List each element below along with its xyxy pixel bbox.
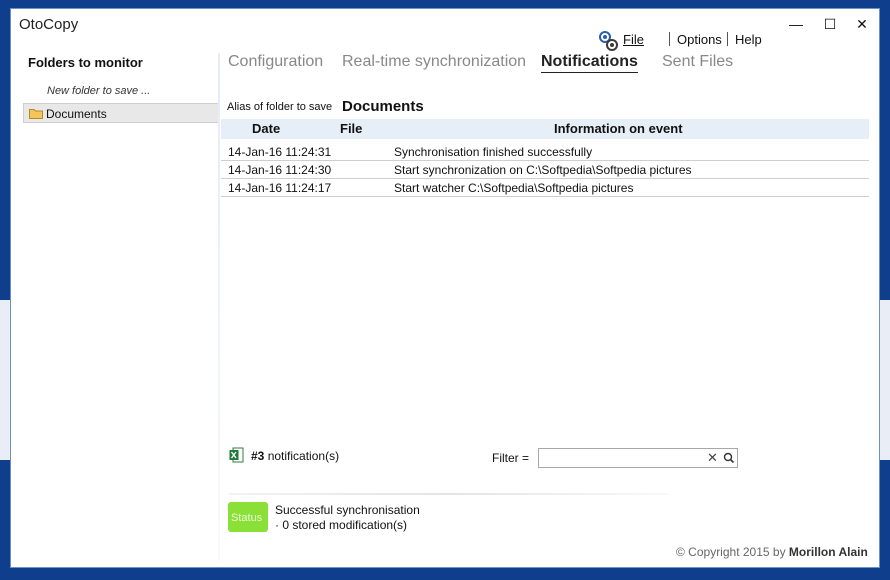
menu-file[interactable]: File (623, 32, 644, 47)
count-number: #3 (251, 449, 265, 463)
tab-sent-files[interactable]: Sent Files (662, 53, 733, 71)
count-suffix: notification(s) (267, 449, 340, 463)
tab-notifications[interactable]: Notifications (541, 53, 638, 73)
otocopy-logo-icon (599, 31, 618, 51)
stored-modifications: · 0 stored modification(s) (275, 518, 408, 532)
maximize-button[interactable]: ☐ (815, 13, 845, 35)
alias-value: Documents (342, 98, 424, 115)
window-title: OtoCopy (19, 16, 79, 33)
excel-export-icon[interactable] (229, 447, 244, 463)
status-badge: Status (228, 502, 268, 532)
table-row[interactable]: 14-Jan-16 11:24:30 Start synchronization… (221, 161, 869, 179)
filter-box: ✕ (538, 448, 738, 468)
close-button[interactable]: ✕ (847, 13, 877, 35)
table-row[interactable]: 14-Jan-16 11:24:17 Start watcher C:\Soft… (221, 179, 869, 197)
status-message: Successful synchronisation (275, 503, 420, 517)
column-file[interactable]: File (340, 121, 362, 136)
menu-help[interactable]: Help (735, 32, 762, 47)
clear-icon[interactable]: ✕ (707, 450, 718, 466)
folder-item-documents[interactable]: Documents (23, 103, 219, 123)
alias-label: Alias of folder to save (227, 101, 333, 113)
tab-configuration[interactable]: Configuration (228, 53, 323, 71)
cell-info: Synchronisation finished successfully (394, 145, 593, 159)
filter-input[interactable] (541, 450, 701, 466)
filter-label: Filter = (492, 451, 530, 465)
minimize-button[interactable]: — (781, 13, 811, 35)
folder-icon (29, 109, 43, 119)
cell-info: Start synchronization on C:\Softpedia\So… (394, 163, 692, 177)
new-folder-link[interactable]: New folder to save ... (47, 85, 150, 97)
tab-real-time-synchronization[interactable]: Real-time synchronization (342, 53, 526, 71)
cell-date: 14-Jan-16 11:24:30 (228, 163, 332, 177)
copyright-author: Morillon Alain (788, 545, 868, 559)
table-header: Date File Information on event (221, 119, 869, 139)
copyright-prefix: © Copyright 2015 by (676, 545, 786, 559)
menu-separator (669, 32, 670, 46)
cell-info: Start watcher C:\Softpedia\Softpedia pic… (394, 181, 634, 195)
status-divider (229, 493, 669, 495)
search-icon[interactable] (723, 451, 735, 465)
cell-date: 14-Jan-16 11:24:17 (228, 181, 332, 195)
folder-label: Documents (46, 107, 107, 121)
column-date[interactable]: Date (252, 121, 280, 136)
pane-splitter[interactable] (218, 53, 220, 561)
menu-separator (727, 32, 728, 46)
notification-count: #3 notification(s) (251, 449, 339, 463)
table-row[interactable]: 14-Jan-16 11:24:31 Synchronisation finis… (221, 143, 869, 161)
folders-title: Folders to monitor (28, 55, 143, 70)
status-badge-label: Status (231, 512, 263, 524)
cell-date: 14-Jan-16 11:24:31 (228, 145, 332, 159)
notifications-table: Date File Information on event 14-Jan-16… (221, 119, 869, 197)
app-window: OtoCopy — ☐ ✕ File Options Help Folders … (10, 8, 880, 568)
column-information[interactable]: Information on event (554, 121, 683, 136)
folders-pane: Folders to monitor New folder to save ..… (23, 49, 219, 561)
menu-options[interactable]: Options (677, 32, 722, 47)
copyright: © Copyright 2015 by Morillon Alain (676, 545, 868, 559)
